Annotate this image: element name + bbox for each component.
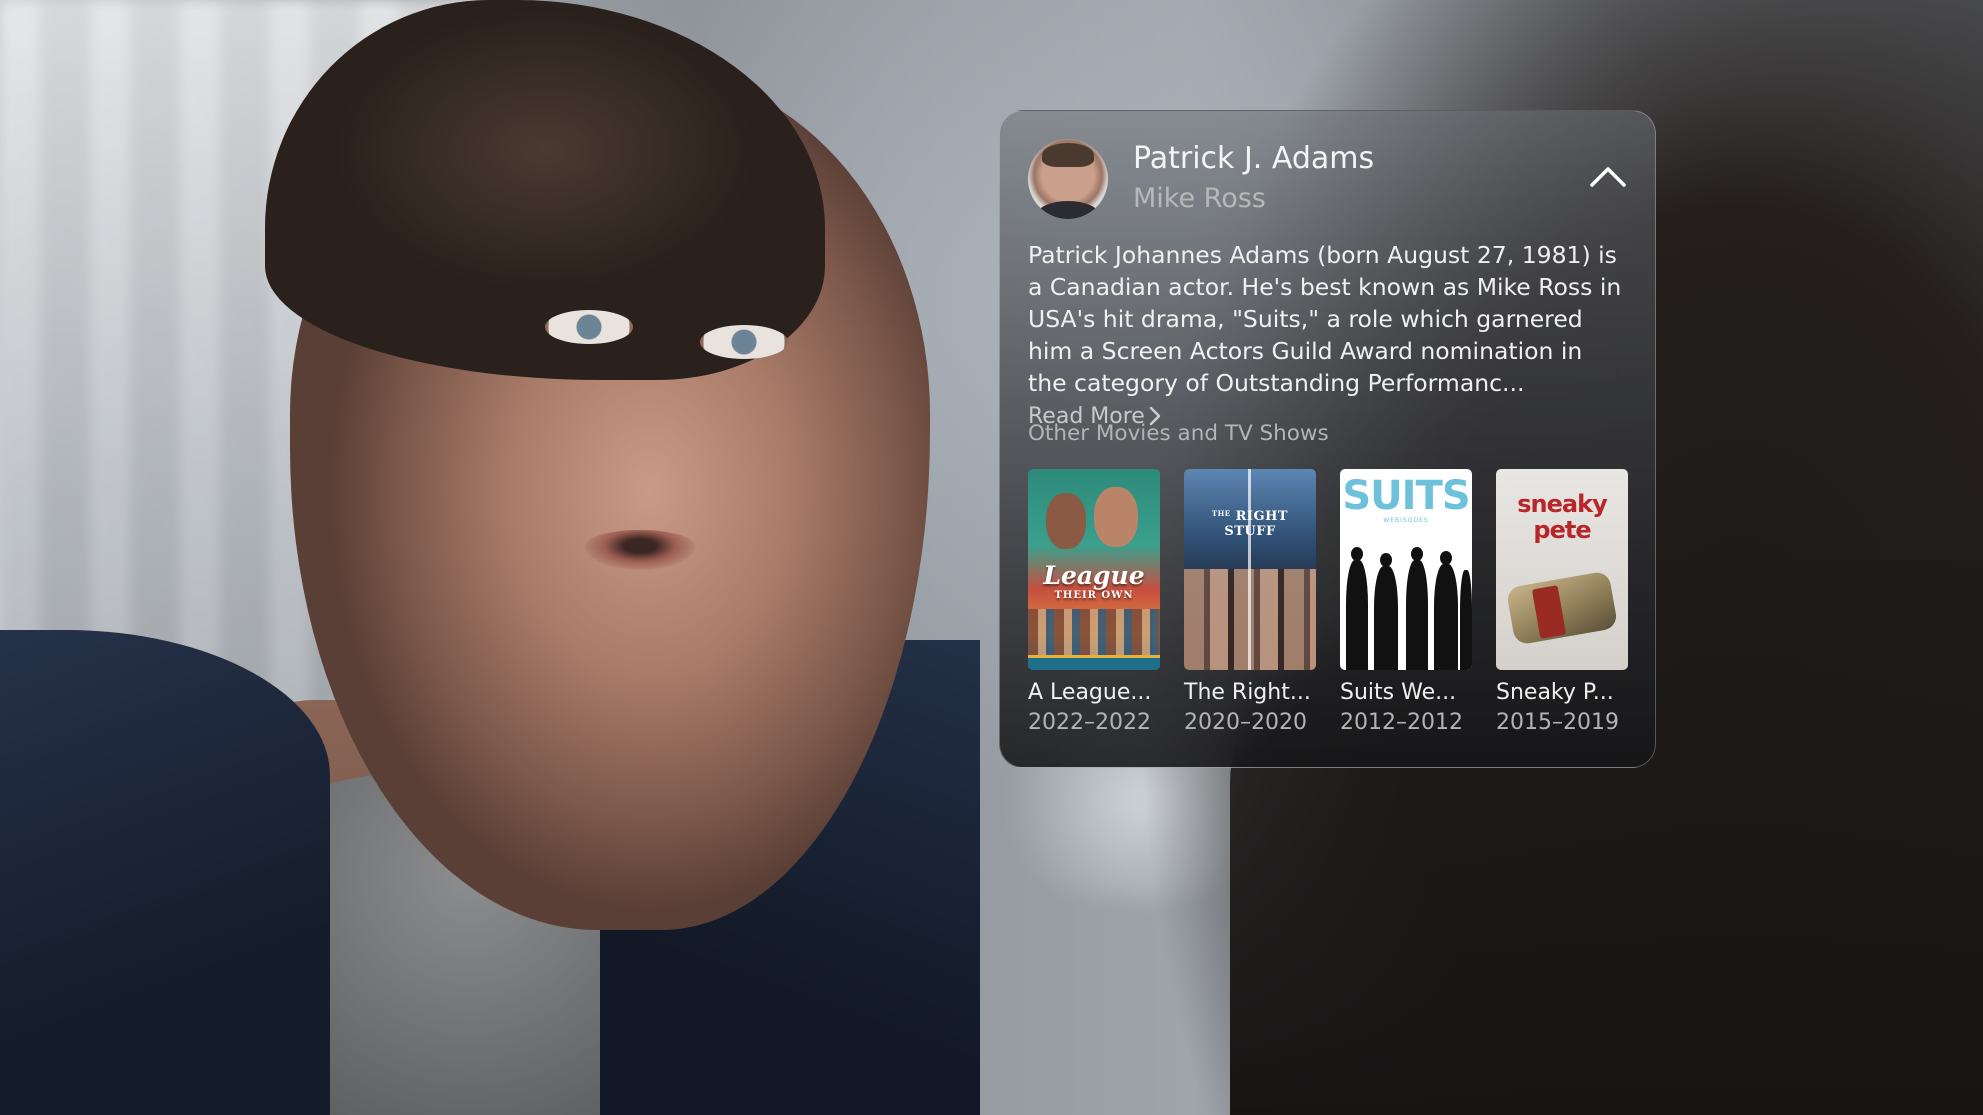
poster-stripe [1028, 655, 1160, 670]
actor-eye-left [545, 310, 633, 344]
video-frame [0, 0, 1983, 1115]
poster-logo-text: RIGHT STUFF [1224, 509, 1289, 539]
title-card-sneaky-pete[interactable]: sneaky pete Sneaky P... 2015–2019 [1496, 469, 1628, 738]
bio-text: Patrick Johannes Adams (born August 27, … [1028, 241, 1622, 397]
title-name: Suits We... [1340, 680, 1457, 705]
poster-logo-text: SUITS [1342, 473, 1470, 519]
poster-silhouette-head [1440, 551, 1452, 565]
actor-eye-right [700, 325, 788, 359]
title-name: A League... [1028, 680, 1152, 705]
poster-a-league-of-their-own: League THEIR OWN [1028, 469, 1160, 670]
avatar-shirt [1036, 201, 1100, 219]
title-name: The Right... [1184, 680, 1311, 705]
title-years: 2015–2019 [1496, 710, 1619, 735]
poster-silhouette [1406, 560, 1428, 670]
title-years: 2022–2022 [1028, 710, 1151, 735]
poster-suits-webisodes: SUITS WEBISODES [1340, 469, 1472, 670]
chevron-up-icon [1590, 167, 1626, 187]
title-years: 2012–2012 [1340, 710, 1463, 735]
title-years: 2020–2020 [1184, 710, 1307, 735]
actor-bio: Patrick Johannes Adams (born August 27, … [1028, 239, 1628, 433]
title-name: Sneaky P... [1496, 680, 1614, 705]
actor-name: Patrick J. Adams [1133, 141, 1375, 176]
title-card-suits-webisodes[interactable]: SUITS WEBISODES Suits We... 2012–2012 [1340, 469, 1472, 738]
poster-logo-subtext: THE [1211, 509, 1231, 518]
poster-silhouette [1374, 566, 1398, 670]
actor-jacket-left [0, 630, 330, 1115]
poster-silhouette [1434, 564, 1458, 670]
poster-silhouette-head [1411, 547, 1423, 561]
poster-crowd [1028, 609, 1160, 657]
poster-silhouette [1460, 570, 1472, 670]
poster-split-line [1248, 469, 1251, 670]
poster-figure [1046, 493, 1086, 549]
other-titles-row: League THEIR OWN A League... 2022–2022 TH… [1028, 469, 1630, 739]
poster-logo-subtext: THEIR OWN [1054, 590, 1134, 601]
poster-silhouette-head [1351, 547, 1363, 561]
title-card-the-right-stuff[interactable]: THE RIGHT STUFF The Right... 2020–2020 [1184, 469, 1316, 738]
avatar-hair [1042, 143, 1094, 167]
poster-silhouette [1346, 560, 1368, 670]
poster-logo: THE RIGHT STUFF [1184, 509, 1316, 539]
title-card-a-league[interactable]: League THEIR OWN A League... 2022–2022 [1028, 469, 1160, 738]
poster-logo-subtext: WEBISODES [1383, 517, 1429, 524]
poster-logo: League THEIR OWN [1028, 561, 1160, 601]
poster-logo-text: sneaky pete [1517, 490, 1607, 544]
poster-sneaky-pete: sneaky pete [1496, 469, 1628, 670]
role-name: Mike Ross [1133, 183, 1266, 214]
collapse-button[interactable] [1586, 159, 1630, 195]
poster-logo-text: League [1043, 561, 1145, 590]
poster-silhouette-head [1380, 553, 1392, 567]
other-titles-heading: Other Movies and TV Shows [1028, 421, 1329, 446]
poster-figure [1094, 487, 1138, 547]
cast-info-panel: Patrick J. Adams Mike Ross Patrick Johan… [999, 110, 1656, 768]
actor-avatar [1028, 139, 1108, 219]
poster-the-right-stuff: THE RIGHT STUFF [1184, 469, 1316, 670]
